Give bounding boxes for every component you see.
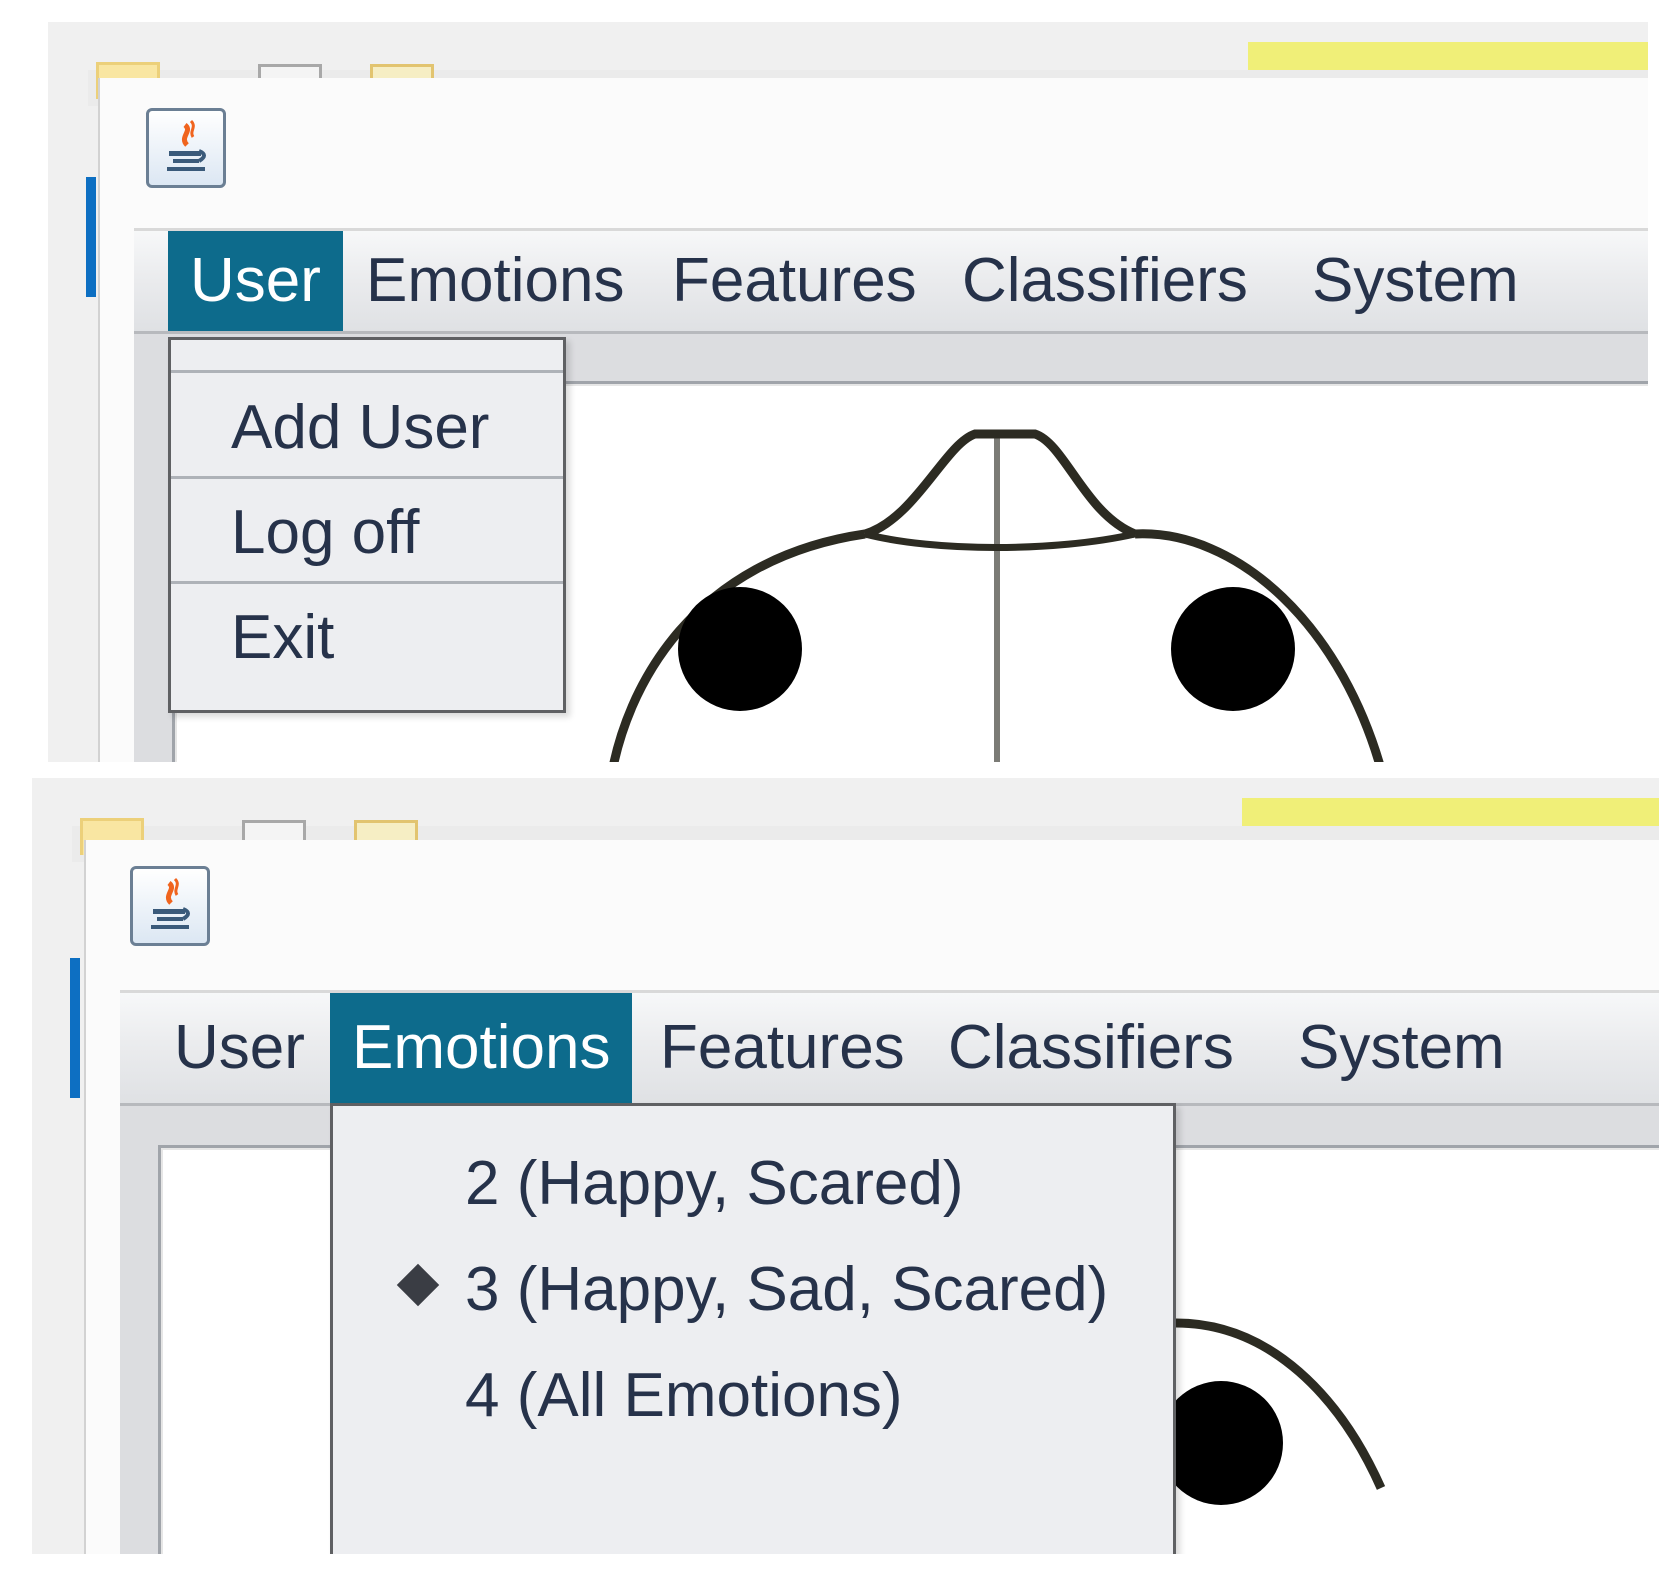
menu-features[interactable]: Features xyxy=(638,993,927,1103)
menu-classifiers[interactable]: Classifiers xyxy=(940,231,1270,331)
menu-item-label: Add User xyxy=(231,393,490,462)
left-eye xyxy=(678,587,802,711)
background-selection-edge xyxy=(86,177,96,297)
screenshot-emotions-menu: User Emotions Features Classifiers Syste… xyxy=(32,778,1659,1554)
radio-selected-icon xyxy=(396,1263,440,1307)
screenshot-user-menu: User Emotions Features Classifiers Syste… xyxy=(48,22,1648,762)
menu-system[interactable]: System xyxy=(1290,231,1541,331)
menubar: User Emotions Features Classifiers Syste… xyxy=(134,231,1648,334)
menu-item-label: 4 (All Emotions) xyxy=(465,1361,903,1430)
menu-item-label: 2 (Happy, Scared) xyxy=(465,1149,964,1218)
right-eye xyxy=(1171,587,1295,711)
menu-classifiers[interactable]: Classifiers xyxy=(926,993,1256,1103)
menu-user[interactable]: User xyxy=(152,993,327,1103)
menu-features[interactable]: Features xyxy=(650,231,939,331)
menu-item-log-off[interactable]: Log off xyxy=(171,479,563,581)
menubar: User Emotions Features Classifiers Syste… xyxy=(120,993,1659,1106)
menu-item-label: 3 (Happy, Sad, Scared) xyxy=(465,1255,1109,1324)
background-selection-edge xyxy=(70,958,80,1098)
menu-region: User Emotions Features Classifiers Syste… xyxy=(120,990,1659,1554)
emotions-dropdown-menu: 2 (Happy, Scared) 3 (Happy, Sad, Scared)… xyxy=(330,1103,1176,1554)
menu-region: User Emotions Features Classifiers Syste… xyxy=(134,228,1648,762)
menu-item-exit[interactable]: Exit xyxy=(171,584,563,686)
menu-item-add-user[interactable]: Add User xyxy=(171,374,563,476)
menu-item-emotions-3[interactable]: 3 (Happy, Sad, Scared) xyxy=(333,1234,1173,1338)
menu-emotions[interactable]: Emotions xyxy=(330,993,633,1103)
menu-separator xyxy=(171,370,563,373)
right-eye xyxy=(1159,1381,1283,1505)
user-dropdown-menu: Add User Log off Exit xyxy=(168,337,566,713)
menu-item-label: Log off xyxy=(231,498,420,567)
app-window: User Emotions Features Classifiers Syste… xyxy=(98,78,1648,762)
java-app-icon[interactable] xyxy=(130,866,210,946)
menu-item-emotions-4[interactable]: 4 (All Emotions) xyxy=(333,1340,1173,1444)
menu-user[interactable]: User xyxy=(168,231,343,331)
menu-system[interactable]: System xyxy=(1276,993,1527,1103)
menu-emotions[interactable]: Emotions xyxy=(344,231,646,331)
app-window: User Emotions Features Classifiers Syste… xyxy=(84,840,1659,1554)
menu-item-label: Exit xyxy=(231,603,335,672)
menu-item-emotions-2[interactable]: 2 (Happy, Scared) xyxy=(333,1128,1173,1232)
java-app-icon[interactable] xyxy=(146,108,226,188)
